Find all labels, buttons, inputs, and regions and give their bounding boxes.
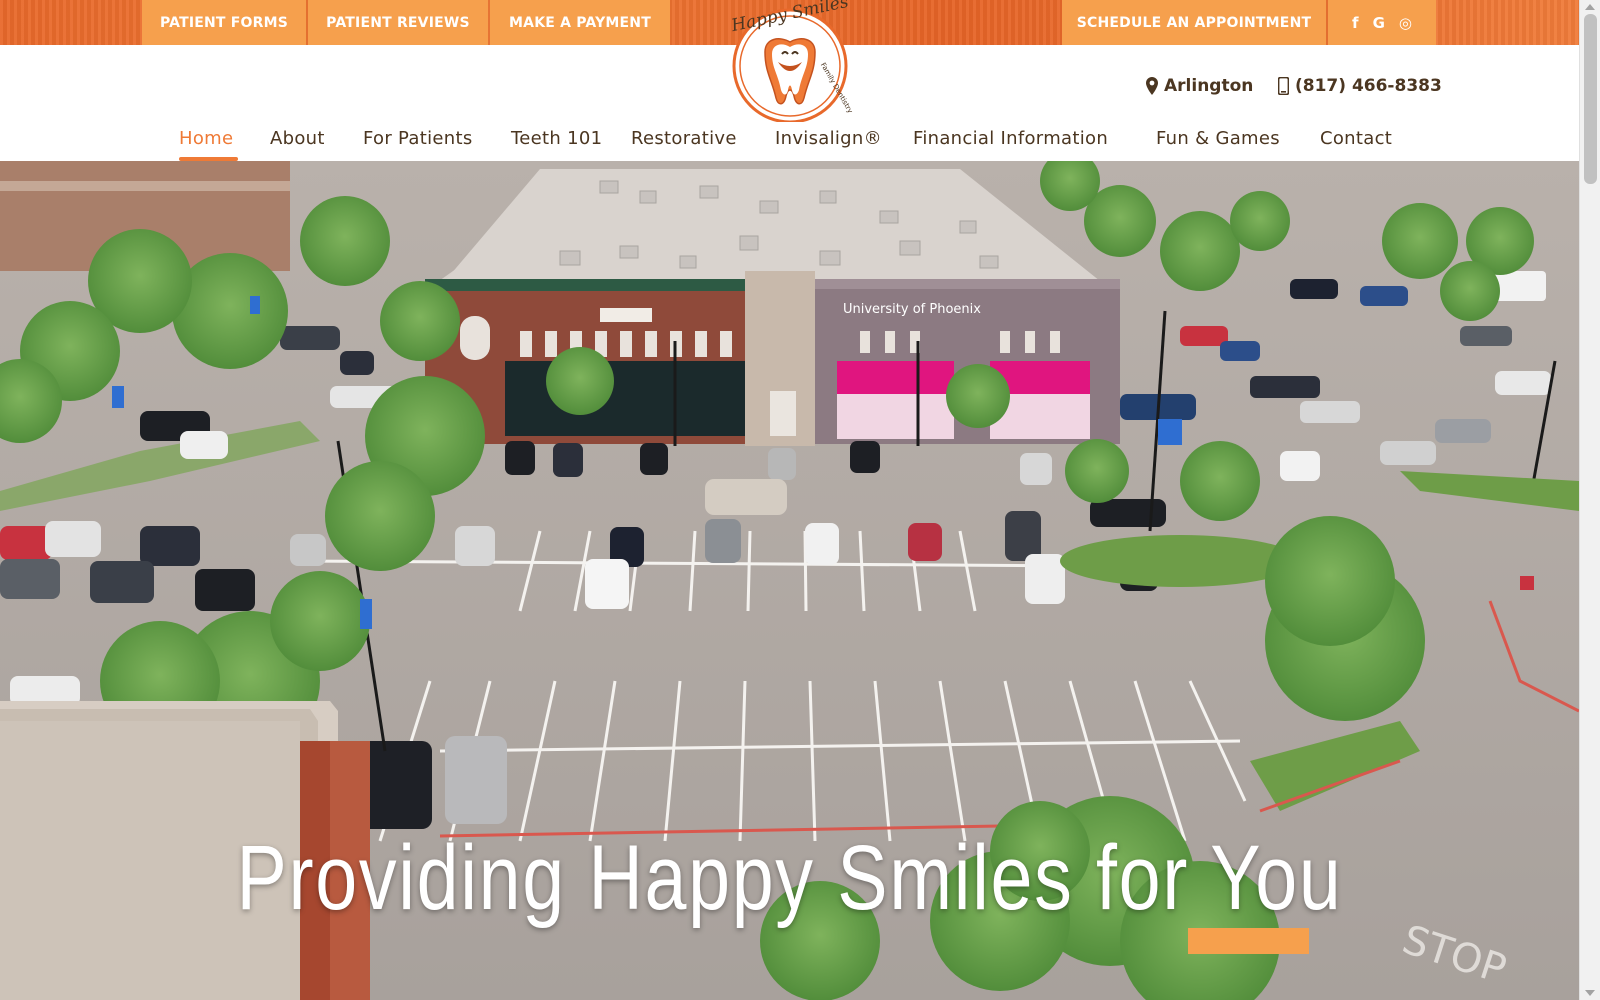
hero-headline: Providing Happy Smiles for You [236,827,1343,929]
location-link[interactable]: Arlington [1146,72,1253,100]
nav-for-patients[interactable]: For Patients [363,128,473,149]
make-payment-button[interactable]: MAKE A PAYMENT [490,0,670,45]
nav-contact[interactable]: Contact [1320,128,1392,149]
schedule-appointment-button[interactable]: SCHEDULE AN APPOINTMENT [1062,0,1326,45]
headline-accent-bar [1188,928,1309,954]
university-sign: University of Phoenix [843,302,981,317]
phone-icon [1278,77,1289,95]
site-logo[interactable]: Happy Smiles Family Dentistry [720,0,860,124]
google-icon[interactable]: G [1373,14,1385,32]
patient-forms-button[interactable]: PATIENT FORMS [142,0,306,45]
nav-fun-and-games[interactable]: Fun & Games [1156,128,1280,149]
phone-link[interactable]: (817) 466-8383 [1278,72,1442,100]
scroll-up-arrow-icon[interactable] [1585,4,1595,10]
map-pin-icon [1146,77,1158,95]
scroll-thumb[interactable] [1584,14,1597,184]
location-label: Arlington [1164,76,1254,96]
patient-reviews-button[interactable]: PATIENT REVIEWS [308,0,488,45]
page-scrollbar[interactable] [1579,0,1600,1000]
nav-invisalign[interactable]: Invisalign® [775,128,882,149]
phone-number: (817) 466-8383 [1295,76,1442,96]
social-links: f G ◎ [1328,0,1436,45]
nav-restorative[interactable]: Restorative [631,128,737,149]
facebook-icon[interactable]: f [1352,14,1359,32]
scroll-down-arrow-icon[interactable] [1585,990,1595,996]
main-navigation: Home About For Patients Teeth 101 Restor… [0,124,1579,161]
instagram-icon[interactable]: ◎ [1399,14,1412,32]
nav-teeth-101[interactable]: Teeth 101 [511,128,602,149]
hero-banner: University of Phoenix STOP Providing Hap… [0,161,1579,1000]
nav-financial-information[interactable]: Financial Information [913,128,1108,149]
nav-home[interactable]: Home [179,128,233,149]
nav-about[interactable]: About [270,128,325,149]
